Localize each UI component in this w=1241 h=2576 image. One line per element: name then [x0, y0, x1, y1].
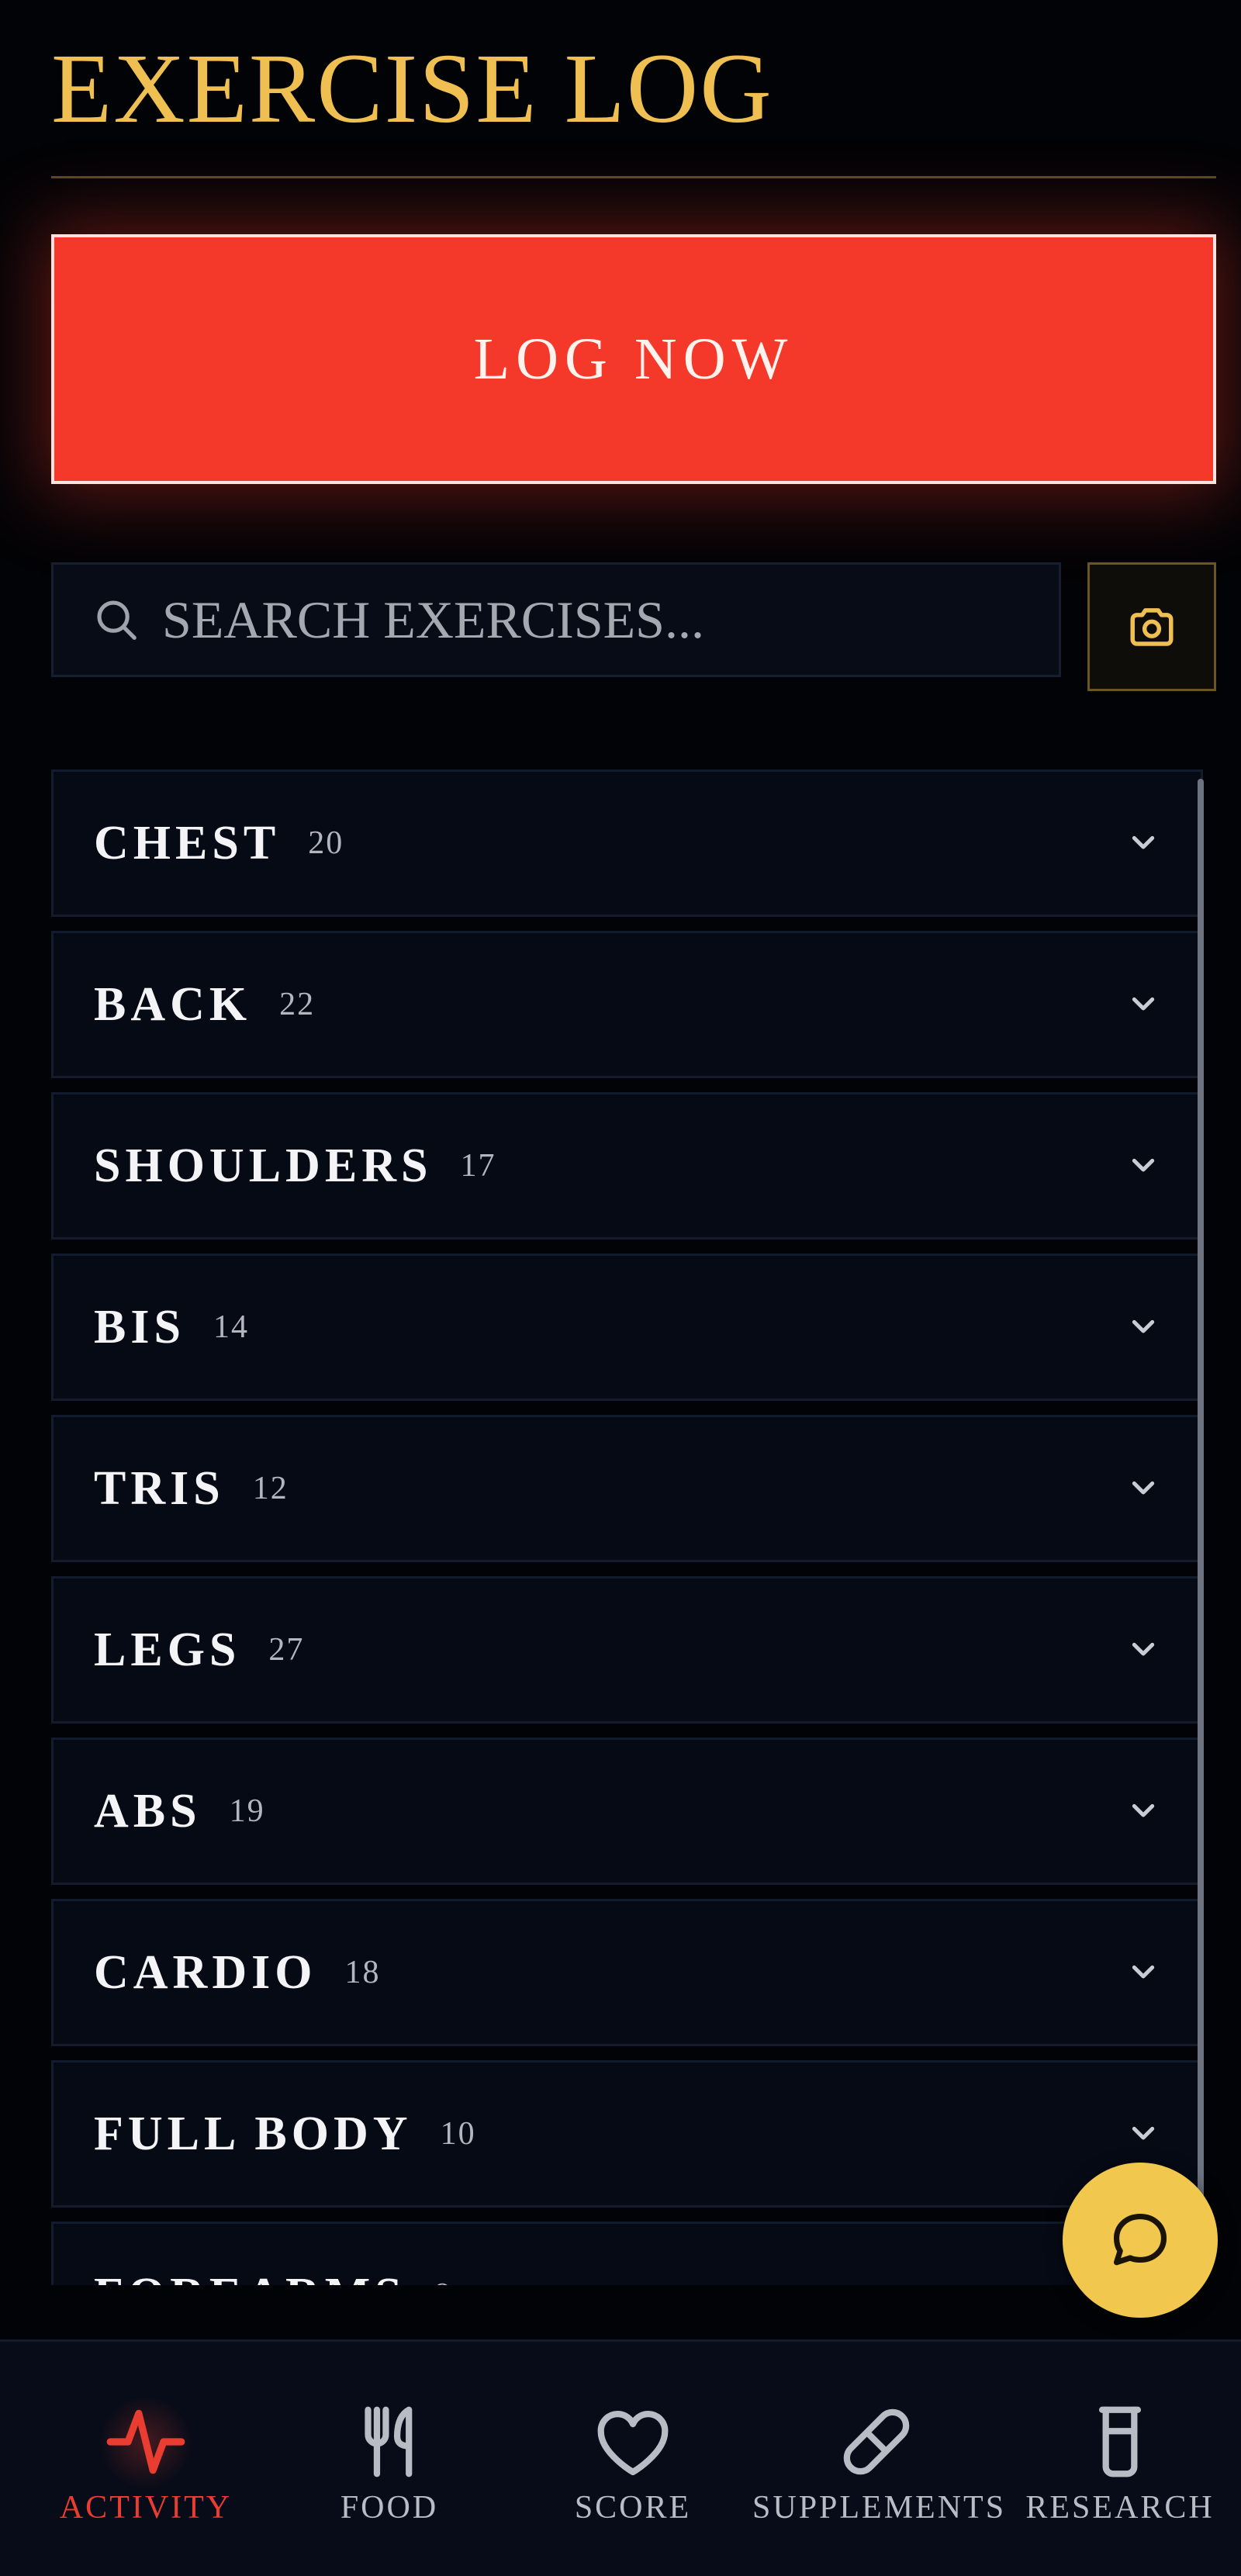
category-row-tris[interactable]: TRIS 12: [51, 1415, 1203, 1562]
chat-button[interactable]: [1063, 2163, 1218, 2318]
chevron-down-icon: [1132, 1319, 1155, 1333]
nav-research[interactable]: RESEARCH: [996, 2342, 1241, 2576]
chevron-down-icon: [1132, 1642, 1155, 1656]
category-count: 17: [460, 1148, 496, 1184]
nav-label: FOOD: [340, 2490, 439, 2526]
camera-scan-button[interactable]: [1087, 562, 1216, 691]
category-name: CARDIO: [94, 1945, 317, 1999]
search-field[interactable]: [51, 562, 1061, 677]
chevron-down-icon: [1132, 1803, 1155, 1817]
category-name: FULL BODY: [94, 2107, 413, 2160]
category-name: SHOULDERS: [94, 1139, 433, 1192]
category-row-chest[interactable]: CHEST 20: [51, 769, 1203, 917]
nav-supplements[interactable]: SUPPLEMENTS: [752, 2342, 1007, 2576]
category-row-abs[interactable]: ABS 19: [51, 1738, 1203, 1885]
nav-score[interactable]: SCORE: [509, 2342, 757, 2576]
chevron-down-icon: [1132, 2126, 1155, 2140]
category-count: 20: [308, 825, 344, 861]
nav-label: SUPPLEMENTS: [752, 2490, 1007, 2526]
category-row-cardio[interactable]: CARDIO 18: [51, 1899, 1203, 2046]
chevron-down-icon: [1132, 997, 1155, 1011]
category-name: TRIS: [94, 1461, 225, 1515]
category-count: 19: [229, 1793, 265, 1829]
category-count: 8: [434, 2277, 452, 2285]
camera-icon: [1130, 608, 1174, 646]
page-title: EXERCISE LOG: [51, 33, 773, 143]
pill-icon: [843, 2408, 910, 2475]
category-count: 10: [440, 2116, 476, 2152]
category-name: CHEST: [94, 816, 281, 870]
category-count: 27: [268, 1632, 305, 1668]
chat-bubble-icon: [1113, 2213, 1167, 2266]
category-name: BIS: [94, 1300, 185, 1354]
title-divider: [51, 176, 1216, 178]
category-row-full-body[interactable]: FULL BODY 10: [51, 2060, 1203, 2208]
category-name: LEGS: [94, 1623, 241, 1676]
nav-activity[interactable]: ACTIVITY: [22, 2342, 270, 2576]
activity-pulse-icon: [106, 2409, 185, 2474]
chevron-down-icon: [1132, 835, 1155, 849]
chevron-down-icon: [1132, 1965, 1155, 1979]
category-name: FOREARMS: [94, 2268, 406, 2286]
log-now-button[interactable]: LOG NOW: [51, 234, 1216, 484]
chevron-down-icon: [1132, 1158, 1155, 1172]
beaker-icon: [1098, 2406, 1142, 2477]
category-count: 14: [213, 1309, 249, 1345]
list-scrollbar[interactable]: [1198, 779, 1204, 2198]
heart-icon: [597, 2411, 669, 2476]
exercise-log-screen: EXERCISE LOG LOG NOW CHEST 20 BACK 22 SH…: [0, 0, 1241, 2576]
category-list[interactable]: CHEST 20 BACK 22 SHOULDERS 17 BIS 14 TRI…: [51, 768, 1216, 2285]
category-name: ABS: [94, 1784, 202, 1838]
chevron-down-icon: [1132, 1481, 1155, 1495]
category-row-forearms[interactable]: FOREARMS 8: [51, 2222, 1203, 2285]
fork-knife-icon: [365, 2406, 413, 2477]
category-row-shoulders[interactable]: SHOULDERS 17: [51, 1092, 1203, 1240]
category-count: 22: [279, 987, 316, 1022]
nav-label: ACTIVITY: [59, 2490, 233, 2526]
category-count: 12: [252, 1471, 289, 1506]
search-input[interactable]: [162, 565, 1059, 675]
nav-label: SCORE: [574, 2490, 692, 2526]
category-count: 18: [344, 1955, 381, 1990]
bottom-nav: ACTIVITY FOOD SCORE SUPPLEMENTS RESEARCH: [0, 2339, 1241, 2576]
nav-food[interactable]: FOOD: [265, 2342, 513, 2576]
category-row-legs[interactable]: LEGS 27: [51, 1576, 1203, 1724]
category-row-bis[interactable]: BIS 14: [51, 1253, 1203, 1401]
nav-label: RESEARCH: [1025, 2490, 1215, 2526]
category-row-back[interactable]: BACK 22: [51, 931, 1203, 1078]
category-name: BACK: [94, 977, 252, 1031]
search-icon: [97, 600, 137, 640]
